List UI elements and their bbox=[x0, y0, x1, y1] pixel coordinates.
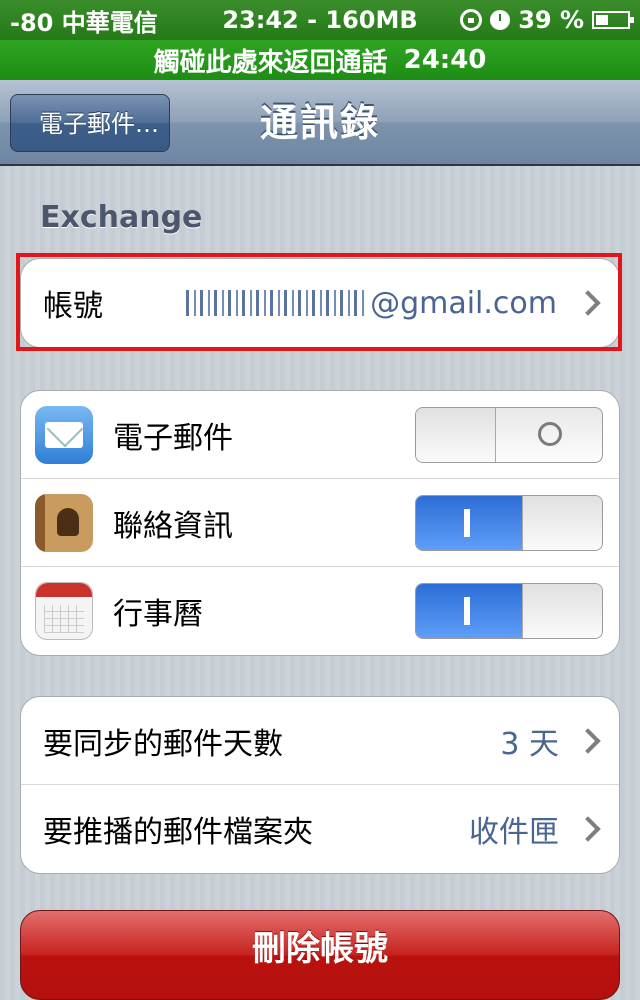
mail-toggle[interactable] bbox=[415, 407, 603, 463]
sync-toggles-group: 電子郵件 聯絡資訊 行事曆 bbox=[20, 390, 620, 656]
settings-label: 要同步的郵件天數 bbox=[43, 726, 283, 762]
account-row[interactable]: 帳號 @gmail.com bbox=[21, 259, 619, 347]
battery-icon bbox=[592, 11, 634, 29]
toggle-off-glyph-icon bbox=[538, 422, 562, 446]
settings-label: 要推播的郵件檔案夾 bbox=[43, 815, 313, 850]
account-value: @gmail.com bbox=[186, 286, 557, 321]
chevron-right-icon bbox=[575, 290, 601, 316]
toggle-on-glyph-icon bbox=[464, 509, 470, 537]
contacts-toggle[interactable] bbox=[415, 495, 603, 551]
toggle-label: 行事曆 bbox=[113, 597, 203, 632]
account-group: 帳號 @gmail.com bbox=[20, 258, 620, 348]
account-label: 帳號 bbox=[43, 289, 103, 324]
toggle-row-mail: 電子郵件 bbox=[21, 391, 619, 479]
status-bar: -80 中華電信 23:42 - 160MB 39 % bbox=[0, 0, 640, 40]
settings-row-days[interactable]: 要同步的郵件天數 3 天 bbox=[21, 697, 619, 785]
calendar-icon bbox=[35, 582, 93, 640]
back-button-label: 電子郵件… bbox=[39, 110, 159, 138]
contacts-icon bbox=[35, 493, 93, 552]
section-header-exchange: Exchange bbox=[40, 200, 203, 235]
return-to-call-label: 觸碰此處來返回通話 bbox=[153, 47, 388, 78]
toggle-label: 聯絡資訊 bbox=[113, 508, 233, 544]
redacted-username bbox=[186, 290, 367, 316]
calendar-toggle[interactable] bbox=[415, 583, 603, 639]
return-to-call-bar[interactable]: 觸碰此處來返回通話 24:40 bbox=[0, 40, 640, 80]
toggle-row-contacts: 聯絡資訊 bbox=[21, 479, 619, 567]
mail-settings-group: 要同步的郵件天數 3 天 要推播的郵件檔案夾 收件匣 bbox=[20, 696, 620, 874]
navigation-bar: 通訊錄 電子郵件… bbox=[0, 80, 640, 166]
settings-value: 收件匣 bbox=[469, 815, 559, 850]
toggle-on-glyph-icon bbox=[464, 597, 470, 625]
chevron-right-icon bbox=[575, 816, 601, 842]
status-time-memory: 23:42 - 160MB bbox=[222, 6, 418, 34]
delete-account-button[interactable]: 刪除帳號 bbox=[20, 910, 620, 1000]
call-duration: 24:40 bbox=[403, 45, 487, 75]
back-button[interactable]: 電子郵件… bbox=[10, 94, 170, 152]
account-domain: @gmail.com bbox=[370, 285, 557, 321]
settings-value: 3 天 bbox=[500, 726, 559, 762]
mail-icon bbox=[35, 405, 93, 464]
chevron-right-icon bbox=[575, 727, 601, 754]
toggle-row-calendar: 行事曆 bbox=[21, 567, 619, 655]
settings-row-push-folders[interactable]: 要推播的郵件檔案夾 收件匣 bbox=[21, 785, 619, 873]
toggle-label: 電子郵件 bbox=[113, 420, 233, 456]
